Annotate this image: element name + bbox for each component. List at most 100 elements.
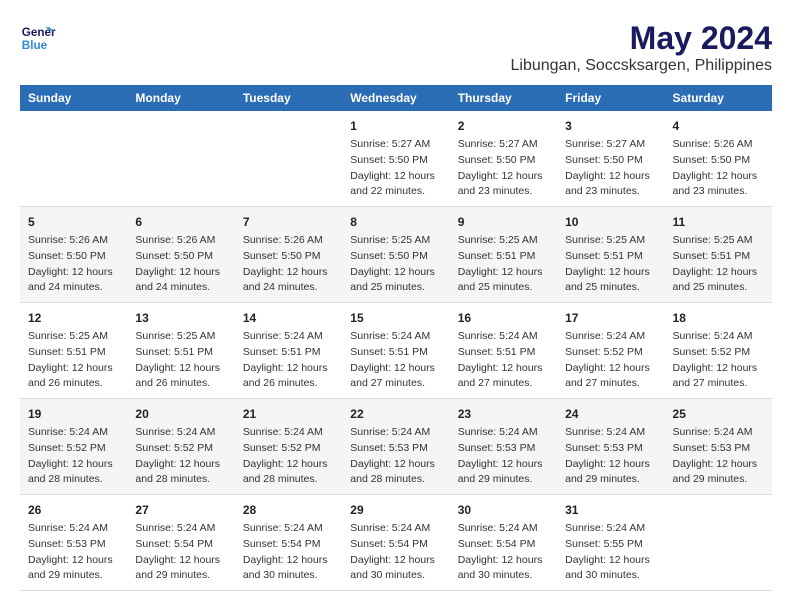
day-info-line: Sunrise: 5:24 AM	[243, 425, 334, 441]
day-info-line: Sunset: 5:50 PM	[350, 153, 441, 169]
day-info-line: Daylight: 12 hours	[28, 553, 119, 569]
day-header-thursday: Thursday	[450, 85, 557, 111]
day-info-line: Daylight: 12 hours	[243, 553, 334, 569]
day-info-line: Sunset: 5:51 PM	[458, 249, 549, 265]
day-info-line: Daylight: 12 hours	[673, 265, 764, 281]
logo: General Blue	[20, 20, 56, 56]
day-info-line: Daylight: 12 hours	[28, 265, 119, 281]
day-info-line: and 25 minutes.	[565, 280, 656, 296]
main-title: May 2024	[511, 20, 773, 57]
logo-icon: General Blue	[20, 20, 56, 56]
day-info-line: Sunset: 5:54 PM	[350, 537, 441, 553]
day-number: 27	[135, 501, 226, 519]
day-info-line: Sunset: 5:51 PM	[350, 345, 441, 361]
calendar-cell: 28Sunrise: 5:24 AMSunset: 5:54 PMDayligh…	[235, 495, 342, 591]
calendar-cell: 11Sunrise: 5:25 AMSunset: 5:51 PMDayligh…	[665, 207, 772, 303]
day-info-line: Daylight: 12 hours	[28, 457, 119, 473]
day-number: 26	[28, 501, 119, 519]
calendar-cell: 12Sunrise: 5:25 AMSunset: 5:51 PMDayligh…	[20, 303, 127, 399]
day-info-line: Sunset: 5:52 PM	[243, 441, 334, 457]
calendar-cell: 16Sunrise: 5:24 AMSunset: 5:51 PMDayligh…	[450, 303, 557, 399]
calendar-cell: 3 Sunrise: 5:27 AMSunset: 5:50 PMDaylight…	[557, 111, 664, 207]
calendar-cell: 5Sunrise: 5:26 AMSunset: 5:50 PMDaylight…	[20, 207, 127, 303]
day-info-line: and 30 minutes.	[565, 568, 656, 584]
day-info-line: and 28 minutes.	[243, 472, 334, 488]
day-info-line: and 28 minutes.	[350, 472, 441, 488]
day-number: 1	[350, 117, 441, 135]
day-info-line: Sunset: 5:54 PM	[458, 537, 549, 553]
day-info-line: and 28 minutes.	[28, 472, 119, 488]
calendar-cell: 7Sunrise: 5:26 AMSunset: 5:50 PMDaylight…	[235, 207, 342, 303]
day-number: 12	[28, 309, 119, 327]
day-info-line: and 24 minutes.	[243, 280, 334, 296]
day-info-line: Sunset: 5:53 PM	[28, 537, 119, 553]
day-info-line: Daylight: 12 hours	[243, 361, 334, 377]
day-number: 30	[458, 501, 549, 519]
day-info-line: Daylight: 12 hours	[565, 553, 656, 569]
day-info-line: Daylight: 12 hours	[565, 361, 656, 377]
day-info-line: Daylight: 12 hours	[565, 169, 656, 185]
day-info-line: Daylight: 12 hours	[565, 457, 656, 473]
calendar-cell: 22Sunrise: 5:24 AMSunset: 5:53 PMDayligh…	[342, 399, 449, 495]
calendar-cell: 2Sunrise: 5:27 AMSunset: 5:50 PMDaylight…	[450, 111, 557, 207]
calendar-cell: 6Sunrise: 5:26 AMSunset: 5:50 PMDaylight…	[127, 207, 234, 303]
day-number: 14	[243, 309, 334, 327]
day-number: 20	[135, 405, 226, 423]
day-info-line: Daylight: 12 hours	[673, 361, 764, 377]
day-info-line: Sunrise: 5:25 AM	[565, 233, 656, 249]
day-info-line: Sunset: 5:50 PM	[565, 153, 656, 169]
day-info-line: and 27 minutes.	[565, 376, 656, 392]
day-info-line: Daylight: 12 hours	[135, 361, 226, 377]
day-info-line: Sunrise: 5:25 AM	[350, 233, 441, 249]
day-info-line: Daylight: 12 hours	[243, 457, 334, 473]
day-info-line: Sunset: 5:54 PM	[135, 537, 226, 553]
day-header-monday: Monday	[127, 85, 234, 111]
day-info-line: and 22 minutes.	[350, 184, 441, 200]
calendar-cell: 8 Sunrise: 5:25 AMSunset: 5:50 PMDaylight…	[342, 207, 449, 303]
day-number: 3	[565, 117, 656, 135]
day-info-line: and 27 minutes.	[350, 376, 441, 392]
calendar-cell: 23Sunrise: 5:24 AMSunset: 5:53 PMDayligh…	[450, 399, 557, 495]
day-info-line: Sunrise: 5:24 AM	[458, 425, 549, 441]
day-info-line: Sunset: 5:50 PM	[350, 249, 441, 265]
day-number: 8	[350, 213, 441, 231]
day-info-line: Sunrise: 5:27 AM	[565, 137, 656, 153]
day-info-line: Daylight: 12 hours	[135, 457, 226, 473]
day-info-line: and 30 minutes.	[243, 568, 334, 584]
day-header-saturday: Saturday	[665, 85, 772, 111]
calendar-week-5: 26Sunrise: 5:24 AMSunset: 5:53 PMDayligh…	[20, 495, 772, 591]
day-info-line: Daylight: 12 hours	[673, 169, 764, 185]
day-info-line: Sunrise: 5:27 AM	[350, 137, 441, 153]
day-info-line: and 29 minutes.	[673, 472, 764, 488]
day-info-line: Sunrise: 5:24 AM	[350, 425, 441, 441]
day-number: 19	[28, 405, 119, 423]
day-number: 4	[673, 117, 764, 135]
day-number: 17	[565, 309, 656, 327]
day-number: 23	[458, 405, 549, 423]
day-info-line: and 25 minutes.	[458, 280, 549, 296]
day-info-line: Sunset: 5:55 PM	[565, 537, 656, 553]
day-info-line: Sunset: 5:51 PM	[28, 345, 119, 361]
calendar-cell: 29Sunrise: 5:24 AMSunset: 5:54 PMDayligh…	[342, 495, 449, 591]
day-info-line: Sunrise: 5:24 AM	[458, 521, 549, 537]
day-info-line: and 28 minutes.	[135, 472, 226, 488]
day-info-line: Sunset: 5:52 PM	[673, 345, 764, 361]
calendar-cell: 31Sunrise: 5:24 AMSunset: 5:55 PMDayligh…	[557, 495, 664, 591]
day-info-line: Daylight: 12 hours	[350, 265, 441, 281]
day-info-line: Sunrise: 5:24 AM	[350, 329, 441, 345]
calendar-cell: 19Sunrise: 5:24 AMSunset: 5:52 PMDayligh…	[20, 399, 127, 495]
day-info-line: Daylight: 12 hours	[458, 361, 549, 377]
day-info-line: Sunrise: 5:24 AM	[28, 521, 119, 537]
day-info-line: Daylight: 12 hours	[458, 169, 549, 185]
day-number: 16	[458, 309, 549, 327]
calendar-week-3: 12Sunrise: 5:25 AMSunset: 5:51 PMDayligh…	[20, 303, 772, 399]
day-info-line: and 27 minutes.	[673, 376, 764, 392]
day-info-line: Daylight: 12 hours	[673, 457, 764, 473]
day-info-line: Sunrise: 5:25 AM	[673, 233, 764, 249]
day-info-line: Sunset: 5:50 PM	[243, 249, 334, 265]
day-info-line: Daylight: 12 hours	[28, 361, 119, 377]
day-info-line: and 26 minutes.	[243, 376, 334, 392]
day-info-line: Sunrise: 5:26 AM	[673, 137, 764, 153]
day-info-line: Sunrise: 5:25 AM	[458, 233, 549, 249]
day-info-line: Sunset: 5:51 PM	[135, 345, 226, 361]
